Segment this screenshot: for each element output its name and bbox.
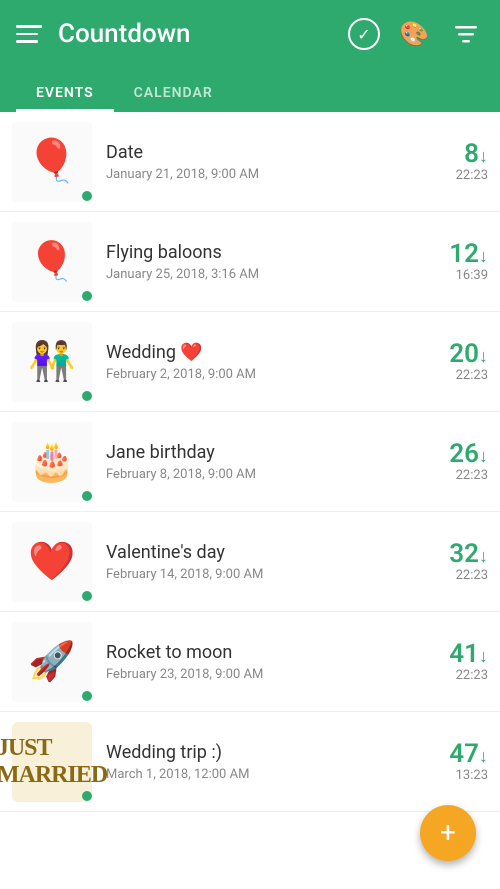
event-info: Wedding trip :) March 1, 2018, 12:00 AM [106, 742, 418, 782]
header-top: Countdown ✓ 🎨 [16, 0, 484, 68]
add-event-fab[interactable]: + [420, 805, 476, 861]
countdown-time: 22:23 [418, 468, 488, 483]
event-date: January 21, 2018, 9:00 AM [106, 167, 418, 182]
event-date: February 14, 2018, 9:00 AM [106, 567, 418, 582]
event-info: Wedding ❤️ February 2, 2018, 9:00 AM [106, 342, 418, 382]
event-date: February 8, 2018, 9:00 AM [106, 467, 418, 482]
app-title: Countdown [58, 19, 332, 49]
event-name: Date [106, 142, 418, 163]
event-date: February 2, 2018, 9:00 AM [106, 367, 418, 382]
list-item[interactable]: JUSTMARRIED Wedding trip :) March 1, 201… [0, 712, 500, 812]
countdown-days: 12↓ [418, 240, 488, 269]
event-dot [82, 791, 92, 801]
event-name: Valentine's day [106, 542, 418, 563]
event-dot [82, 691, 92, 701]
event-info: Valentine's day February 14, 2018, 9:00 … [106, 542, 418, 582]
countdown-time: 22:23 [418, 168, 488, 183]
palette-icon[interactable]: 🎨 [396, 16, 432, 52]
event-name: Jane birthday [106, 442, 418, 463]
event-countdown: 32↓ 22:23 [418, 540, 488, 584]
event-countdown: 12↓ 16:39 [418, 240, 488, 284]
event-dot [82, 491, 92, 501]
event-name: Wedding trip :) [106, 742, 418, 763]
event-countdown: 26↓ 22:23 [418, 440, 488, 484]
event-date: March 1, 2018, 12:00 AM [106, 767, 418, 782]
event-dot [82, 291, 92, 301]
event-date: January 25, 2018, 3:16 AM [106, 267, 418, 282]
event-countdown: 20↓ 22:23 [418, 340, 488, 384]
list-item[interactable]: 🎈 Date January 21, 2018, 9:00 AM 8↓ 22:2… [0, 112, 500, 212]
countdown-days: 41↓ [418, 640, 488, 669]
event-info: Jane birthday February 8, 2018, 9:00 AM [106, 442, 418, 482]
list-item[interactable]: 👫 Wedding ❤️ February 2, 2018, 9:00 AM 2… [0, 312, 500, 412]
event-thumbnail: 🎈 [12, 222, 92, 302]
tab-calendar[interactable]: CALENDAR [114, 77, 233, 112]
list-item[interactable]: 🎈 Flying baloons January 25, 2018, 3:16 … [0, 212, 500, 312]
event-countdown: 47↓ 13:23 [418, 740, 488, 784]
countdown-days: 26↓ [418, 440, 488, 469]
event-info: Flying baloons January 25, 2018, 3:16 AM [106, 242, 418, 282]
header: Countdown ✓ 🎨 EVENTS CALENDAR [0, 0, 500, 112]
list-item[interactable]: ❤️ Valentine's day February 14, 2018, 9:… [0, 512, 500, 612]
countdown-days: 47↓ [418, 740, 488, 769]
event-info: Date January 21, 2018, 9:00 AM [106, 142, 418, 182]
countdown-days: 20↓ [418, 340, 488, 369]
check-icon[interactable]: ✓ [348, 18, 380, 50]
event-dot [82, 191, 92, 201]
list-item[interactable]: 🎂 Jane birthday February 8, 2018, 9:00 A… [0, 412, 500, 512]
event-date: February 23, 2018, 9:00 AM [106, 667, 418, 682]
event-thumbnail: ❤️ [12, 522, 92, 602]
event-list: 🎈 Date January 21, 2018, 9:00 AM 8↓ 22:2… [0, 112, 500, 889]
event-thumbnail: 🚀 [12, 622, 92, 702]
tab-events[interactable]: EVENTS [16, 77, 114, 112]
event-thumbnail: 👫 [12, 322, 92, 402]
event-name: Flying baloons [106, 242, 418, 263]
filter-icon[interactable] [448, 16, 484, 52]
event-name: Wedding ❤️ [106, 342, 418, 363]
event-dot [82, 591, 92, 601]
event-countdown: 8↓ 22:23 [418, 140, 488, 184]
event-thumbnail: JUSTMARRIED [12, 722, 92, 802]
countdown-time: 22:23 [418, 368, 488, 383]
countdown-time: 13:23 [418, 768, 488, 783]
countdown-time: 22:23 [418, 568, 488, 583]
countdown-time: 22:23 [418, 668, 488, 683]
event-thumbnail: 🎂 [12, 422, 92, 502]
event-name: Rocket to moon [106, 642, 418, 663]
event-info: Rocket to moon February 23, 2018, 9:00 A… [106, 642, 418, 682]
add-icon: + [440, 819, 456, 847]
tabs-bar: EVENTS CALENDAR [16, 68, 484, 112]
event-thumbnail: 🎈 [12, 122, 92, 202]
hamburger-menu-button[interactable] [16, 25, 42, 43]
event-dot [82, 391, 92, 401]
countdown-time: 16:39 [418, 268, 488, 283]
countdown-days: 8↓ [418, 140, 488, 169]
list-item[interactable]: 🚀 Rocket to moon February 23, 2018, 9:00… [0, 612, 500, 712]
countdown-days: 32↓ [418, 540, 488, 569]
event-countdown: 41↓ 22:23 [418, 640, 488, 684]
